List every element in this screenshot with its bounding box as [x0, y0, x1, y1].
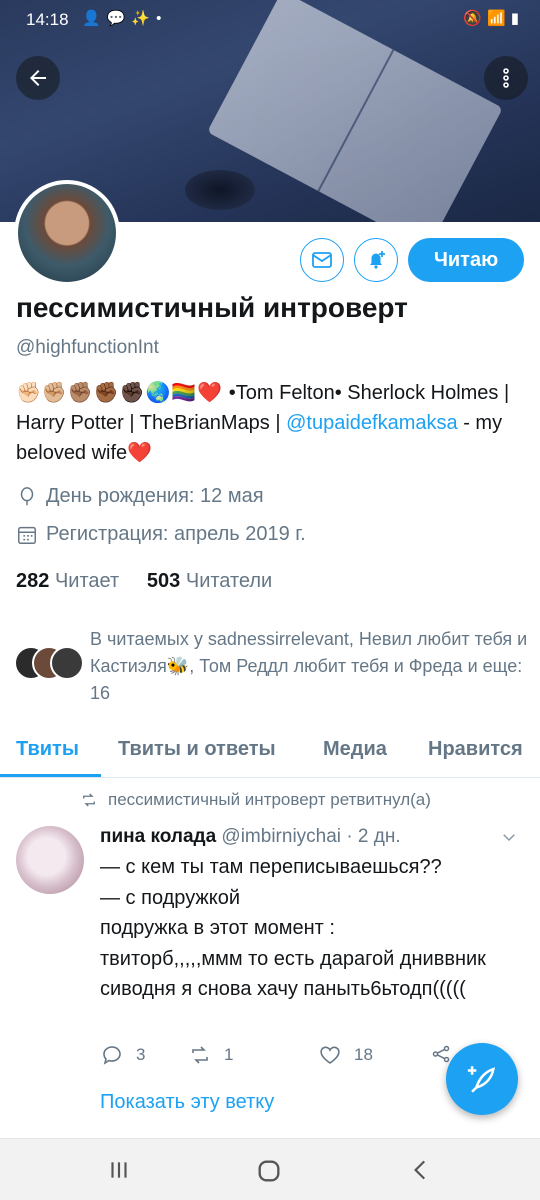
followed-by-avatars [14, 646, 84, 680]
tab-media[interactable]: Медиа [323, 726, 387, 761]
tweet-menu-button[interactable] [500, 828, 518, 851]
retweet-button[interactable]: 1 [188, 1043, 233, 1067]
following-button[interactable]: Читаю [408, 238, 524, 282]
dot-icon: • [156, 10, 168, 27]
followers-label: Читатели [185, 570, 273, 592]
retweet-count: 1 [224, 1045, 234, 1064]
bell-plus-icon [370, 251, 385, 269]
direct-message-button[interactable] [300, 238, 344, 282]
profile-name: пессимистичный интроверт [16, 292, 408, 323]
back-button[interactable] [16, 56, 60, 100]
like-count: 18 [354, 1045, 373, 1064]
chevron-left-icon [414, 1160, 426, 1180]
followers-count: 503 [146, 570, 181, 592]
compose-tweet-button[interactable] [446, 1043, 518, 1115]
retweet-icon [192, 1046, 208, 1064]
tab-likes[interactable]: Нравится [428, 726, 523, 761]
heart-icon [320, 1046, 340, 1064]
following-count: 282 [16, 570, 50, 592]
chevron-down-icon [503, 834, 515, 842]
following-stat[interactable]: 282 Читает [16, 570, 119, 592]
wifi-icon: 📶 [487, 10, 511, 27]
vertical-dots-icon [503, 68, 509, 88]
profile-handle: @highfunctionInt [16, 337, 159, 358]
follow-counts: 282 Читает 503 Читатели [16, 570, 272, 593]
tweet-author-avatar[interactable] [16, 826, 84, 894]
android-nav-bar [0, 1138, 540, 1200]
active-tab-indicator [0, 774, 101, 777]
profile-bio: ✊🏻✊🏼✊🏽✊🏾✊🏿🌏🏳️‍🌈❤️ •Tom Felton• Sherlock … [16, 378, 526, 468]
tweet-author-handle[interactable]: @imbirniychai [221, 826, 341, 847]
retweet-context: пессимистичный интроверт ретвитнул(а) [80, 790, 431, 810]
home-icon [258, 1160, 280, 1182]
tab-tweets[interactable]: Твиты [16, 726, 79, 761]
status-left-icons: 👤💬✨• [82, 9, 167, 27]
mini-avatar [50, 646, 84, 680]
nav-back-button[interactable] [408, 1157, 434, 1190]
profile-tabs: Твиты Твиты и ответы Медиа Нравится [0, 726, 540, 778]
recent-apps-icon [111, 1162, 127, 1178]
more-options-button[interactable] [484, 56, 528, 100]
bio-emojis: ✊🏻✊🏼✊🏽✊🏾✊🏿🌏🏳️‍🌈❤️ [16, 382, 224, 404]
status-right-icons: 🔕📶▮ [463, 9, 524, 27]
banner-cup-image [185, 170, 255, 210]
status-bar: 14:18 👤💬✨• 🔕📶▮ [0, 0, 540, 40]
reply-button[interactable]: 3 [100, 1043, 145, 1067]
share-button[interactable] [430, 1043, 452, 1065]
profile-avatar[interactable] [14, 180, 120, 286]
tweet-text: — с кем ты там переписываешься?? — с под… [100, 856, 486, 1000]
calendar-icon [18, 526, 36, 544]
share-icon [432, 1045, 450, 1063]
mute-icon: 🔕 [463, 10, 488, 27]
birthday-text: День рождения: 12 мая [46, 485, 264, 507]
retweet-text: пессимистичный интроверт ретвитнул(а) [108, 790, 431, 809]
reply-count: 3 [136, 1045, 146, 1064]
bio-mention-link[interactable]: @tupaidefkamaksa [286, 412, 458, 434]
reply-icon [103, 1046, 121, 1065]
battery-icon: ▮ [510, 10, 524, 27]
tweet-header: пина колада @imbirniychai · 2 дн. [100, 826, 520, 848]
like-button[interactable]: 18 [318, 1043, 373, 1067]
feather-plus-icon [467, 1066, 495, 1093]
birthday-row: День рождения: 12 мая [16, 485, 264, 508]
status-time: 14:18 [26, 10, 69, 29]
joined-row: Регистрация: апрель 2019 г. [16, 523, 306, 546]
tweet-author-name[interactable]: пина колада [100, 826, 216, 847]
home-button[interactable] [255, 1157, 283, 1192]
tab-tweets-and-replies[interactable]: Твиты и ответы [118, 726, 276, 761]
followed-by-text: В читаемых у sadnessirrelevant, Невил лю… [90, 629, 528, 703]
arrow-left-icon [30, 70, 46, 86]
balloon-icon [20, 486, 34, 505]
wand-icon: ✨ [131, 10, 157, 27]
recent-apps-button[interactable] [106, 1157, 132, 1190]
person-add-icon: 👤 [82, 10, 107, 27]
retweet-icon [83, 793, 95, 807]
followers-stat[interactable]: 503 Читатели [147, 570, 272, 592]
tweet-time: · 2 дн. [346, 826, 401, 847]
message-icon: 💬 [106, 10, 132, 27]
notifications-button[interactable] [354, 238, 398, 282]
joined-text: Регистрация: апрель 2019 г. [46, 523, 306, 545]
envelope-icon [312, 252, 332, 268]
following-label: Читает [54, 570, 120, 592]
show-thread-link[interactable]: Показать эту ветку [100, 1091, 274, 1114]
